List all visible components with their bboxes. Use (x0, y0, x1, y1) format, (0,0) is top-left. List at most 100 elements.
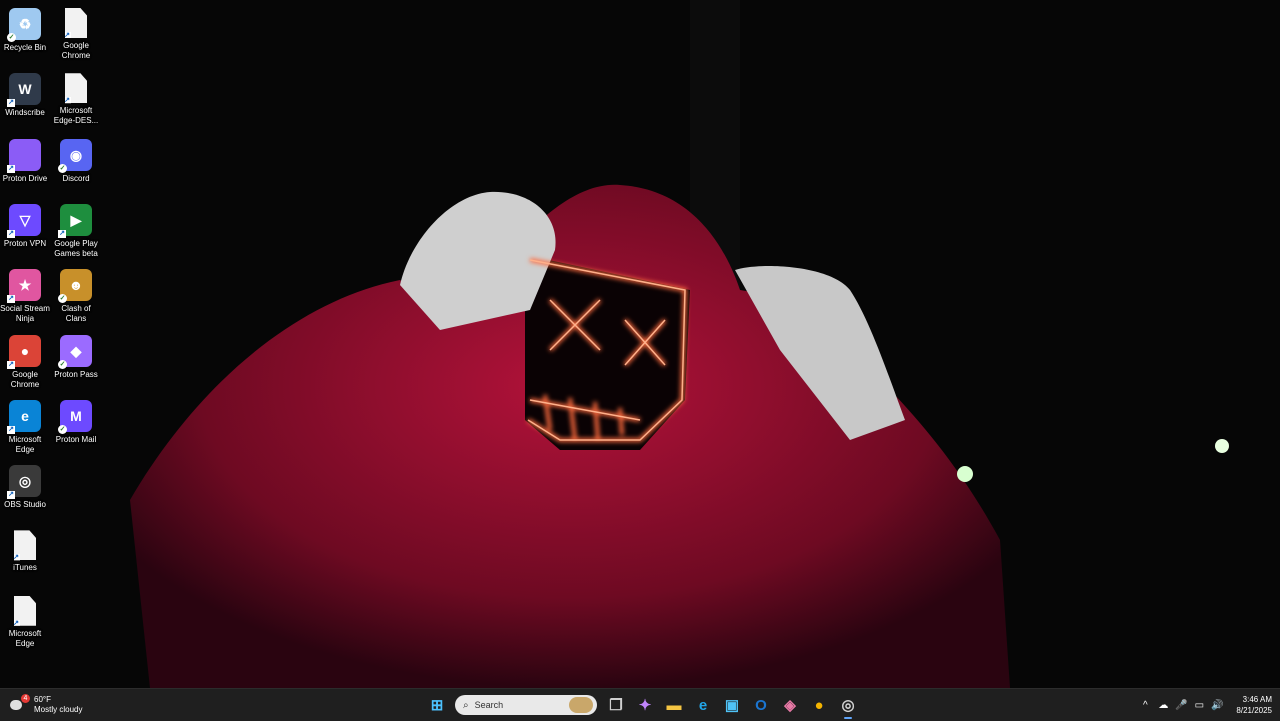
shortcut-arrow-icon: ↗ (7, 164, 15, 173)
obs-button[interactable]: ◎ (835, 692, 861, 719)
shortcut-arrow-icon: ↗ (13, 619, 20, 627)
desktop-icon-recycle-bin[interactable]: ♻ ✓ Recycle Bin (0, 4, 50, 68)
copilot-button[interactable]: ✦ (632, 692, 658, 718)
shortcut-arrow-icon: ↗ (7, 425, 15, 434)
microsoft-365-icon: ◈ (784, 697, 796, 714)
file-icon: ↗ (13, 530, 36, 562)
obs-studio-icon: ◎ (841, 697, 855, 714)
folder-icon: ▬ (666, 696, 682, 714)
network-icon[interactable]: ▭ (1190, 700, 1208, 711)
desktop-icon-label: Proton VPN (3, 238, 47, 248)
store-button[interactable]: ▣ (719, 692, 745, 718)
sync-status-icon: ✓ (7, 33, 16, 42)
edge-icon: e (698, 696, 708, 714)
m365-button[interactable]: ◈ (777, 692, 803, 718)
desktop-icon-label: Proton Pass (54, 369, 98, 379)
running-indicator (844, 717, 852, 719)
proton-pass-icon: ◆ ✓ (58, 334, 92, 369)
desktop-icon-proton-vpn[interactable]: ▽ ↗ Proton VPN (0, 200, 50, 264)
shortcut-arrow-icon: ↗ (7, 295, 15, 304)
desktop-icon-label: Google Play Games beta (54, 238, 98, 258)
clock-time: 3:46 AM (1242, 695, 1272, 704)
desktop-icon-label: Social Stream Ninja (0, 304, 50, 324)
desktop-icon-microsoft-edge[interactable]: e ↗ Microsoft Edge (0, 396, 50, 460)
desktop-icon-clash-of-clans[interactable]: ☻ ✓ Clash of Clans (51, 265, 101, 329)
edge-icon: e ↗ (7, 399, 41, 434)
proton-drive-icon: ↗ (7, 138, 41, 173)
sync-status-icon: ✓ (58, 424, 67, 434)
search-box[interactable]: ⌕ Search (455, 695, 597, 715)
show-hidden-icons[interactable]: ^ (1136, 700, 1154, 711)
google-play-games-icon: ▶ ↗ (58, 203, 92, 238)
shortcut-arrow-icon: ↗ (7, 360, 15, 369)
weather-alert-badge: 4 (21, 694, 30, 703)
copilot-icon: ✦ (638, 697, 652, 714)
task-view-button[interactable]: ❐ (603, 692, 629, 718)
file-icon: ↗ (64, 73, 87, 105)
weather-widget[interactable]: 4 60°F Mostly cloudy (8, 692, 82, 718)
desktop-icon-label: Proton Mail (55, 434, 97, 444)
sync-status-icon: ✓ (58, 163, 67, 173)
desktop-icon-label: Discord (62, 173, 90, 183)
proton-vpn-icon: ▽ ↗ (7, 203, 41, 238)
shortcut-arrow-icon: ↗ (64, 97, 71, 105)
desktop-icon-label: Microsoft Edge (8, 628, 42, 648)
obs-studio-icon: ◎ ↗ (7, 465, 41, 500)
desktop-icon-google-chrome[interactable]: ↗ Google Chrome (51, 4, 101, 68)
start-button[interactable]: ⊞ (424, 692, 450, 718)
desktop-icon-label: OBS Studio (4, 500, 46, 510)
desktop-icon-label: Proton Drive (2, 173, 48, 183)
chrome-icon: ● (814, 696, 824, 714)
recycle-bin-icon: ♻ ✓ (7, 8, 41, 42)
proton-mail-icon: M ✓ (58, 399, 92, 434)
windscribe-icon: W ↗ (7, 73, 41, 108)
outlook-icon: O (755, 696, 767, 714)
taskbar: 4 60°F Mostly cloudy ⊞ ⌕ Search ❐ ✦ ▬ e ▣ O ◈ ● ◎ ^… (0, 688, 1280, 721)
chrome-icon: ● ↗ (7, 334, 41, 369)
outlook-button[interactable]: O (748, 692, 774, 718)
chrome-button[interactable]: ● (806, 692, 832, 718)
volume-icon[interactable]: 🔊 (1208, 700, 1226, 711)
desktop-icon-social-stream-ninja[interactable]: ★ ↗ Social Stream Ninja (0, 265, 50, 329)
desktop-icon-google-chrome[interactable]: ● ↗ Google Chrome (0, 331, 50, 395)
microphone-icon[interactable]: 🎤 (1172, 700, 1190, 711)
shortcut-arrow-icon: ↗ (64, 32, 71, 39)
store-icon: ▣ (724, 697, 740, 714)
discord-icon: ◉ ✓ (58, 138, 92, 173)
shortcut-arrow-icon: ↗ (7, 99, 15, 108)
desktop-icon-itunes[interactable]: ↗ iTunes (0, 526, 50, 590)
desktop-icon-label: Microsoft Edge-DES... (53, 106, 99, 126)
desktop-icon-windscribe[interactable]: W ↗ Windscribe (0, 69, 50, 133)
shortcut-arrow-icon: ↗ (7, 229, 15, 238)
sync-status-icon: ✓ (58, 359, 67, 369)
desktop-icon-label: iTunes (13, 563, 37, 573)
desktop-icon-proton-pass[interactable]: ◆ ✓ Proton Pass (51, 331, 101, 395)
shortcut-arrow-icon: ↗ (7, 491, 15, 500)
desktop-icon-microsoft-edge[interactable]: ↗ Microsoft Edge (0, 592, 50, 656)
desktop-icon-label: Google Chrome (10, 369, 40, 389)
desktop-icon-proton-drive[interactable]: ↗ Proton Drive (0, 135, 50, 199)
file-icon: ↗ (13, 595, 36, 627)
edge-button[interactable]: e (690, 692, 716, 718)
search-highlight-image (569, 697, 593, 713)
clock-date: 8/21/2025 (1236, 706, 1272, 715)
cloudy-weather-icon: 4 (8, 694, 30, 714)
clash-of-clans-icon: ☻ ✓ (58, 269, 92, 304)
desktop-wallpaper (0, 0, 1280, 688)
desktop-icon-discord[interactable]: ◉ ✓ Discord (51, 135, 101, 199)
social-stream-ninja-icon: ★ ↗ (7, 269, 41, 304)
desktop-icon-microsoft-edge-des[interactable]: ↗ Microsoft Edge-DES... (51, 69, 101, 133)
sync-status-icon: ✓ (58, 294, 67, 304)
onedrive-icon[interactable]: ☁ (1154, 700, 1172, 711)
file-explorer-button[interactable]: ▬ (661, 692, 687, 718)
file-icon: ↗ (65, 8, 87, 38)
clock[interactable]: 3:46 AM 8/21/2025 (1236, 694, 1272, 716)
taskbar-pinned-apps: ⊞ ⌕ Search ❐ ✦ ▬ e ▣ O ◈ ● ◎ (424, 692, 864, 719)
desktop-icon-obs-studio[interactable]: ◎ ↗ OBS Studio (0, 461, 50, 525)
windows-start-icon: ⊞ (430, 697, 444, 714)
shortcut-arrow-icon: ↗ (13, 554, 20, 562)
search-placeholder: Search (474, 700, 504, 710)
desktop-icon-google-play-games-beta[interactable]: ▶ ↗ Google Play Games beta (51, 200, 101, 264)
weather-temperature: 60°F (34, 695, 51, 704)
desktop-icon-proton-mail[interactable]: M ✓ Proton Mail (51, 396, 101, 460)
